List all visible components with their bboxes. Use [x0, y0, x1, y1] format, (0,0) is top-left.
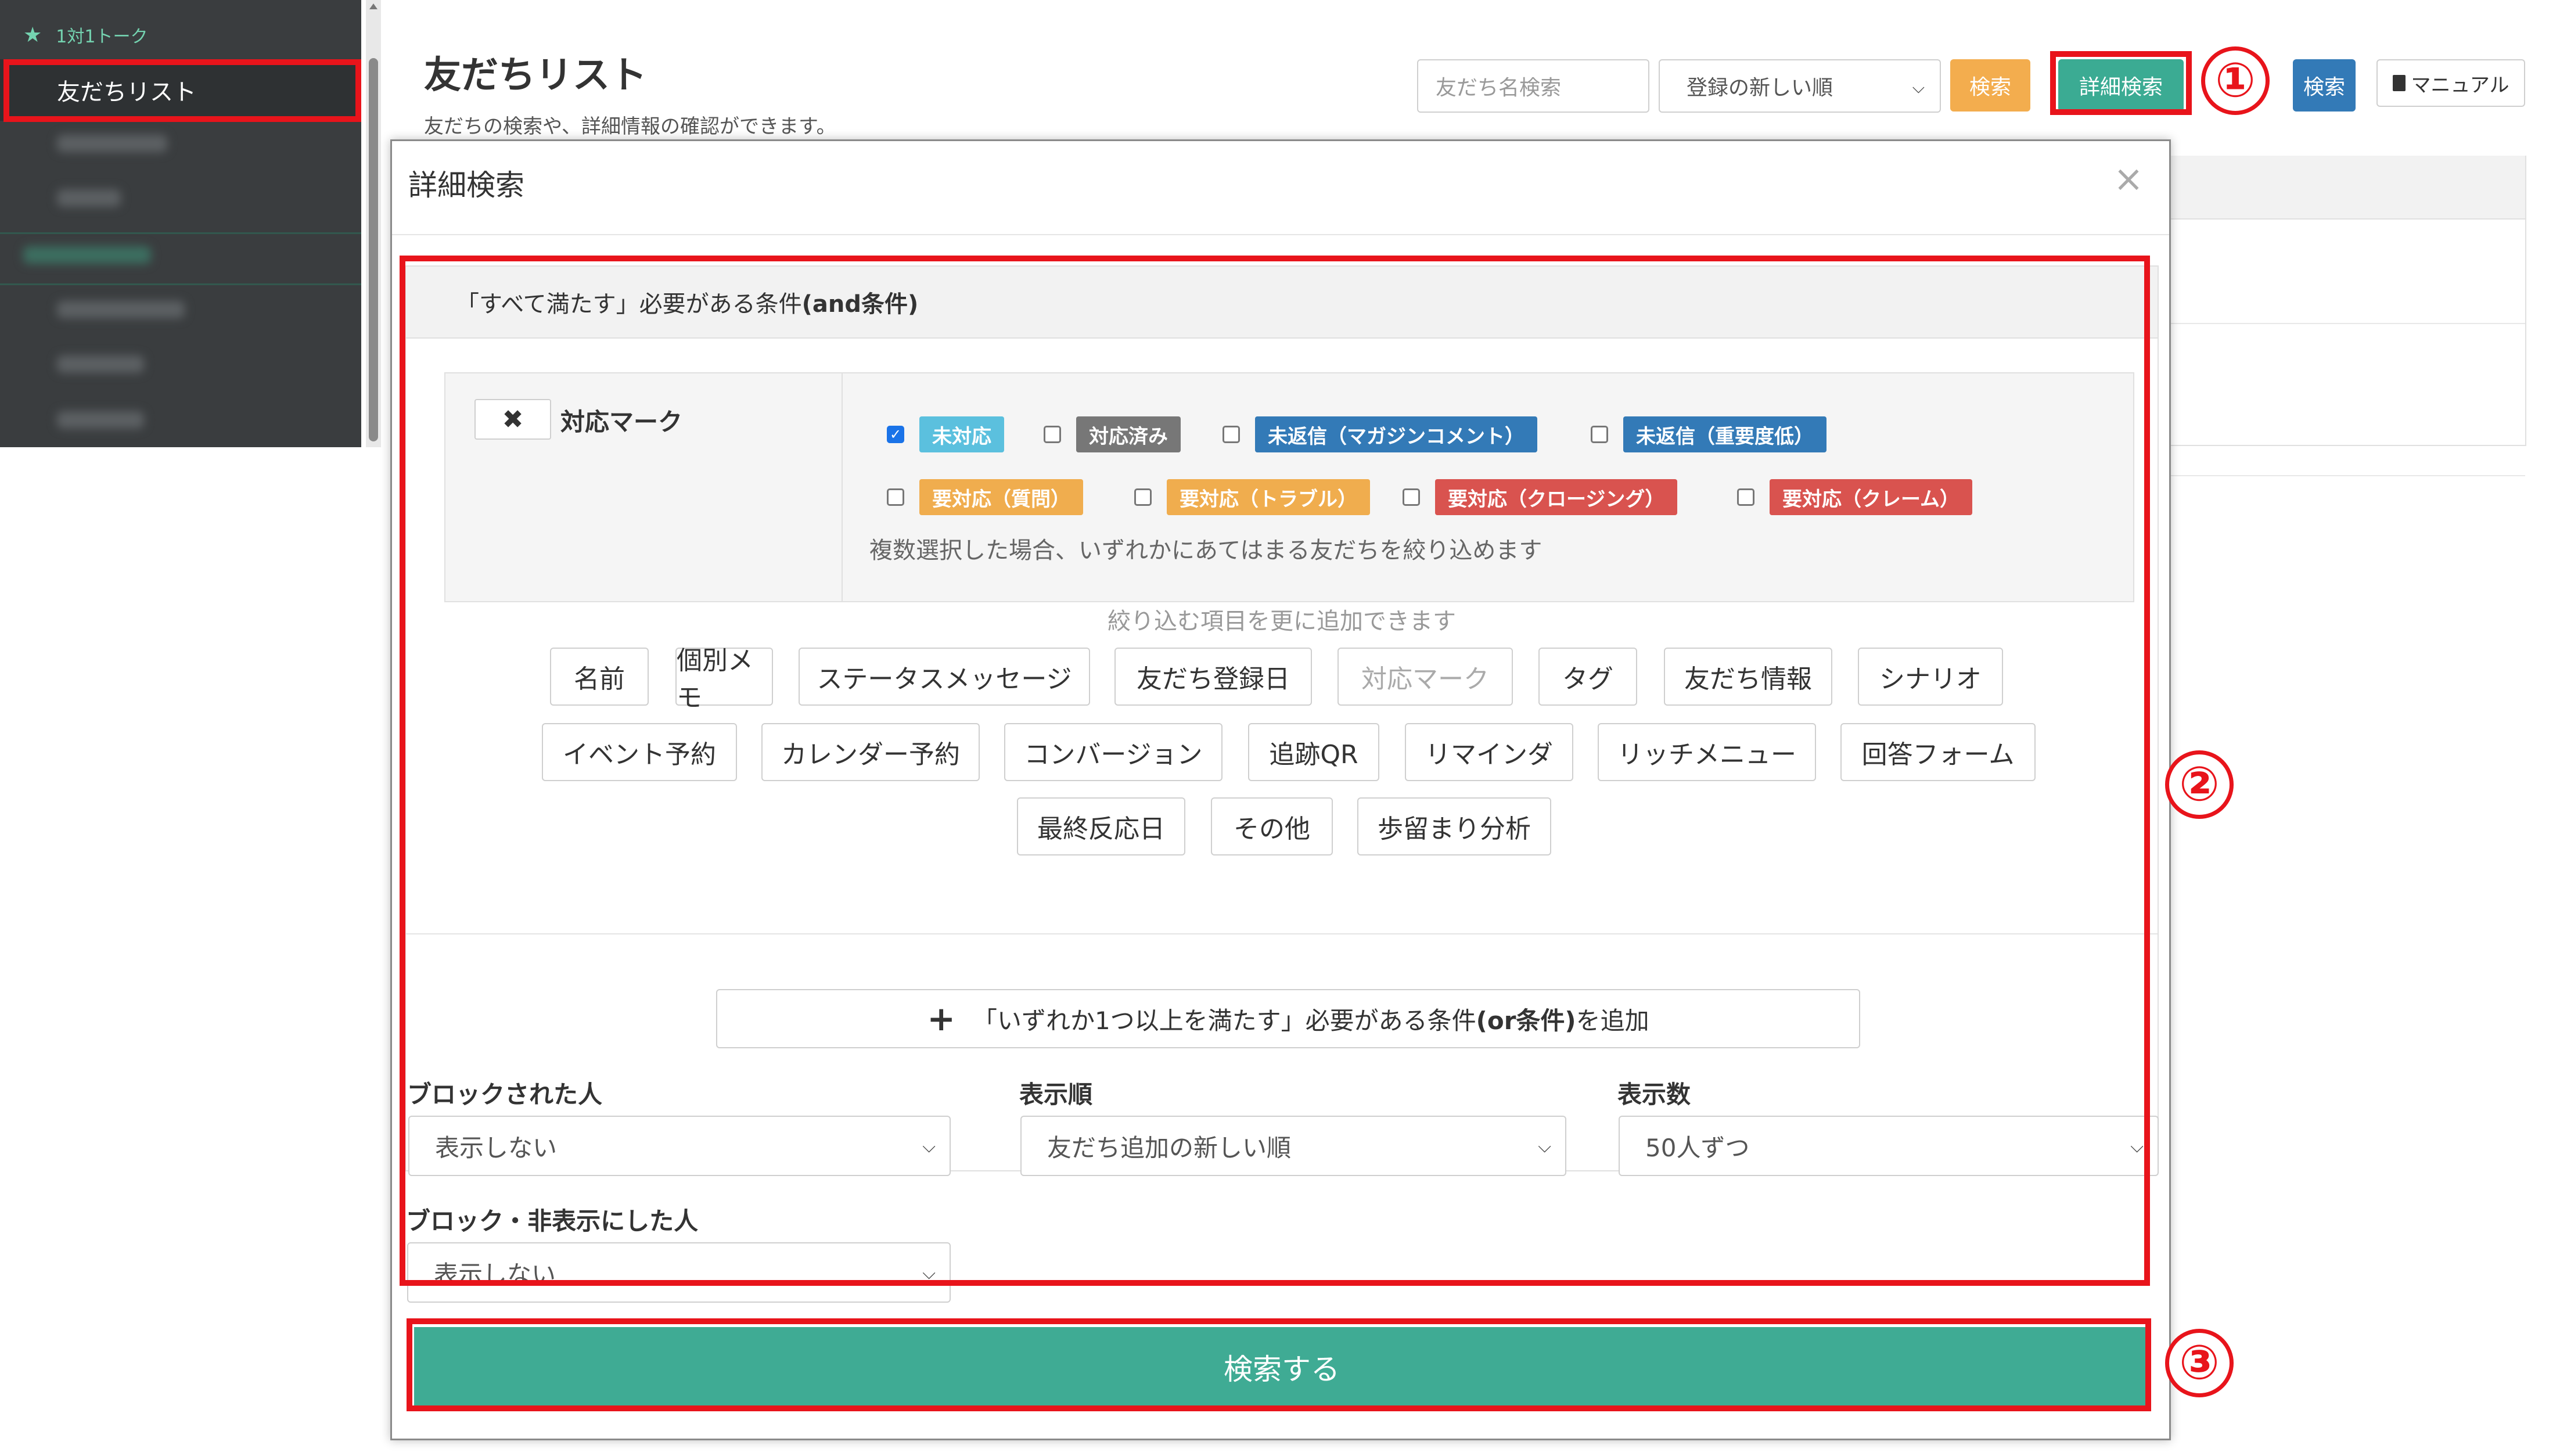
- sidebar-divider: [0, 283, 361, 285]
- page-subtitle: 友だちの検索や、詳細情報の確認ができます。: [424, 115, 836, 138]
- chevron-down-icon: ⌵: [1912, 78, 1925, 97]
- sidebar-item-blurred[interactable]: [57, 355, 144, 373]
- sidebar-item-blurred[interactable]: [57, 411, 144, 429]
- step-3-marker: ③: [2165, 1329, 2234, 1397]
- background-panel-header: [2162, 156, 2525, 220]
- highlight-filter-area: [400, 256, 2150, 1286]
- sidebar-item-blurred[interactable]: [57, 189, 121, 207]
- manual-button-label: マニュアル: [2411, 73, 2509, 97]
- friend-name-search-input[interactable]: 友だち名検索: [1417, 59, 1649, 113]
- background-panel: [2160, 156, 2526, 476]
- close-icon[interactable]: ×: [2113, 157, 2144, 200]
- highlight-advanced-search: [2050, 51, 2192, 115]
- sidebar-item-blurred[interactable]: [57, 301, 185, 318]
- sidebar-scrollbar[interactable]: [366, 0, 381, 447]
- modal-header-divider: [392, 234, 2169, 235]
- book-icon: [2392, 75, 2406, 91]
- manual-button[interactable]: マニュアル: [2376, 59, 2525, 107]
- star-icon: ★: [23, 23, 42, 47]
- scrollbar-thumb[interactable]: [369, 58, 378, 441]
- divider: [2162, 475, 2525, 476]
- sidebar-section-blurred[interactable]: [23, 246, 151, 264]
- sidebar-item-blurred[interactable]: [57, 135, 167, 152]
- sort-select-value: 登録の新しい順: [1687, 76, 1833, 100]
- highlight-friends-list: [3, 59, 361, 122]
- modal-title: 詳細検索: [408, 168, 524, 202]
- sidebar-section[interactable]: ★ 1対1トーク: [23, 17, 148, 52]
- scroll-up-arrow-icon[interactable]: [369, 3, 377, 9]
- divider: [2162, 323, 2525, 324]
- search-button[interactable]: 検索: [1950, 59, 2030, 112]
- sidebar-section-label: 1対1トーク: [56, 27, 148, 47]
- step-2-marker: ②: [2165, 750, 2234, 819]
- sidebar-divider: [0, 232, 361, 234]
- step-1-marker: ①: [2201, 46, 2270, 115]
- sort-select[interactable]: 登録の新しい順 ⌵: [1659, 59, 1941, 113]
- highlight-submit-button: [407, 1318, 2151, 1411]
- blue-search-button[interactable]: 検索: [2293, 59, 2356, 112]
- page-title: 友だちリスト: [424, 54, 647, 97]
